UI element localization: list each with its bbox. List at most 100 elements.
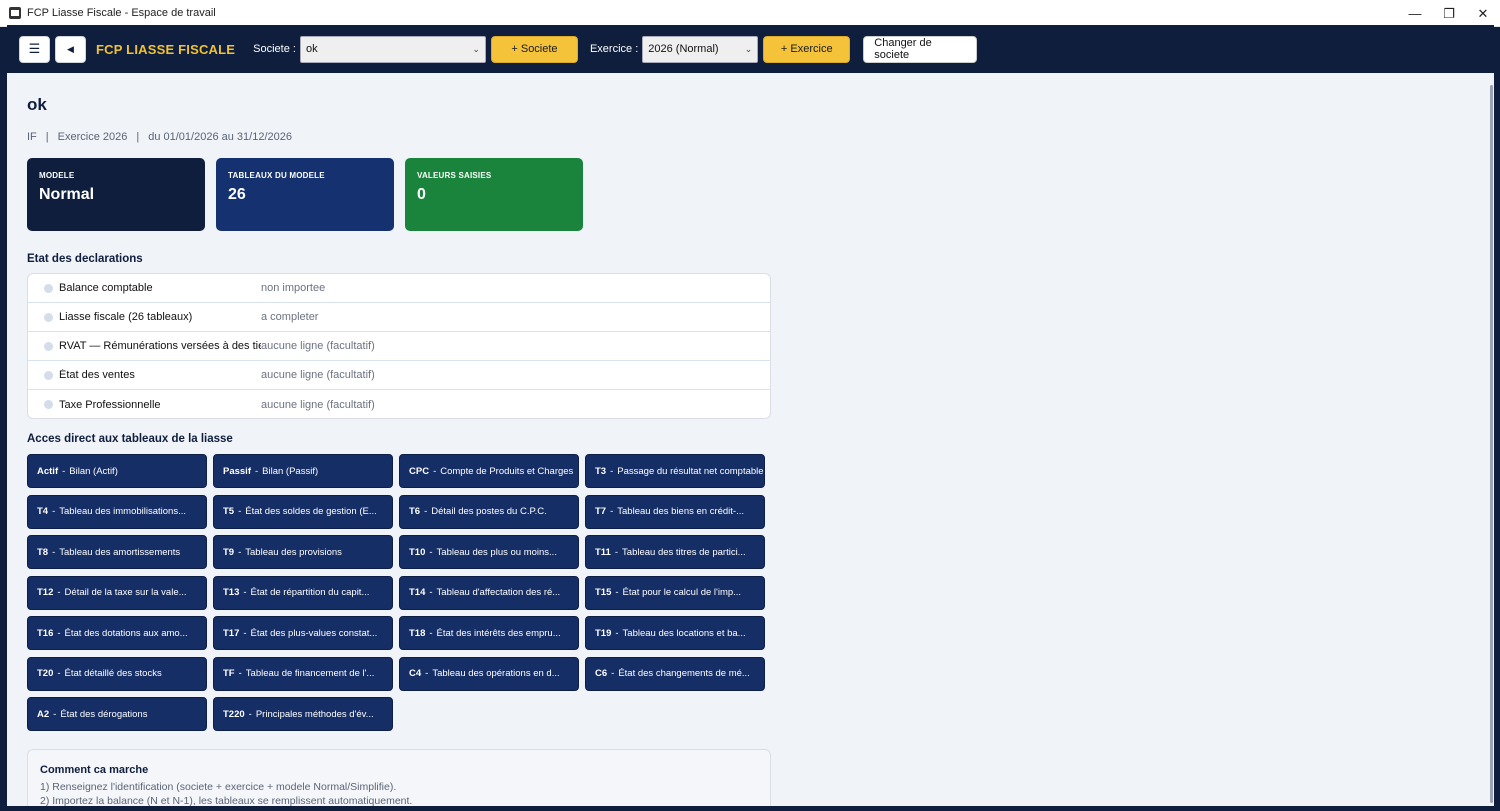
close-icon[interactable]: ✕ — [1466, 0, 1500, 27]
window-title: FCP Liasse Fiscale - Espace de travail — [27, 7, 216, 19]
table-label: État des changements de mé... — [618, 668, 750, 679]
separator: - — [614, 546, 619, 558]
table-button-actif[interactable]: Actif - Bilan (Actif) — [27, 454, 207, 488]
table-code: C6 — [595, 668, 608, 679]
separator: - — [429, 546, 433, 558]
window-titlebar: FCP Liasse Fiscale - Espace de travail —… — [0, 0, 1500, 27]
separator: - — [429, 587, 433, 598]
table-button-t15[interactable]: T15 - État pour le calcul de l'imp... — [585, 575, 765, 610]
table-button-t4[interactable]: T4 - Tableau des immobilisations... — [27, 494, 207, 529]
table-code: CPC — [409, 465, 430, 477]
table-label: État détaillé des stocks — [64, 668, 162, 679]
table-label: Tableau des amortissements — [59, 546, 181, 558]
separator: - — [424, 506, 428, 517]
menu-button[interactable]: ☰ — [19, 35, 50, 63]
table-button-t20[interactable]: T20 - État détaillé des stocks — [27, 656, 207, 691]
change-societe-button[interactable]: Changer de societe — [863, 35, 978, 63]
declaration-status: aucune ligne (facultatif) — [261, 369, 375, 381]
table-button-t12[interactable]: T12 - Détail de la taxe sur la vale... — [27, 575, 207, 610]
window-controls: — ❐ ✕ — [1397, 0, 1500, 27]
exercice-select[interactable]: 2026 (Normal) ⌄ — [642, 35, 759, 63]
table-button-t19[interactable]: T19 - Tableau des locations et ba... — [585, 616, 765, 650]
brand-title: FCP LIASSE FISCALE — [96, 41, 236, 57]
kpi-label: TABLEAUX DU MODELE — [228, 171, 325, 180]
add-exercice-button[interactable]: + Exercice — [763, 35, 851, 63]
table-code: T7 — [595, 506, 607, 517]
table-code: T5 — [223, 506, 235, 517]
table-button-t10[interactable]: T10 - Tableau des plus ou moins... — [399, 535, 579, 569]
kpi-value: Normal — [39, 186, 95, 203]
table-label: Tableau des locations et ba... — [622, 627, 746, 639]
restore-icon[interactable]: ❐ — [1432, 0, 1466, 27]
table-button-t5[interactable]: T5 - État des soldes de gestion (E... — [213, 494, 393, 529]
table-label: État pour le calcul de l'imp... — [622, 587, 742, 598]
table-button-t6[interactable]: T6 - Détail des postes du C.P.C. — [399, 494, 579, 529]
chevron-down-icon: ⌄ — [744, 43, 753, 54]
declaration-name: RVAT — Rémunérations versées à des tiers — [59, 340, 261, 352]
table-button-t14[interactable]: T14 - Tableau d'affectation des ré... — [399, 575, 579, 610]
separator: - — [238, 668, 242, 679]
separator: - — [62, 465, 66, 477]
table-button-c6[interactable]: C6 - État des changements de mé... — [585, 656, 765, 691]
back-button[interactable]: ◀ — [55, 35, 86, 63]
declaration-row[interactable]: État des ventes aucune ligne (facultatif… — [28, 361, 770, 390]
main-content: ok IF | Exercice 2026 | du 01/01/2026 au… — [7, 73, 1494, 806]
exercise-period: du 01/01/2026 au 31/12/2026 — [148, 131, 292, 143]
table-label: État des intérêts des empru... — [436, 627, 561, 639]
table-code: T8 — [37, 546, 49, 558]
separator: - — [610, 506, 614, 517]
separator: - — [255, 465, 259, 477]
table-code: T220 — [223, 708, 245, 720]
table-label: Compte de Produits et Charges — [440, 465, 574, 477]
separator: - — [53, 708, 57, 720]
exercise-subtitle: IF | Exercice 2026 | du 01/01/2026 au 31… — [27, 131, 292, 143]
add-societe-button[interactable]: + Societe — [490, 35, 578, 63]
declaration-row[interactable]: Balance comptable non importee — [28, 274, 770, 303]
exercise-year: Exercice 2026 — [57, 131, 128, 143]
hamburger-icon: ☰ — [28, 41, 41, 56]
table-button-passif[interactable]: Passif - Bilan (Passif) — [213, 454, 393, 488]
table-code: TF — [223, 668, 235, 679]
table-button-a2[interactable]: A2 - État des dérogations — [27, 697, 207, 731]
separator: | — [45, 131, 49, 143]
table-code: T18 — [409, 627, 426, 639]
table-button-cpc[interactable]: CPC - Compte de Produits et Charges — [399, 454, 579, 488]
declarations-title: Etat des declarations — [27, 253, 143, 265]
societe-select[interactable]: ok ⌄ — [299, 35, 486, 63]
table-code: T11 — [595, 546, 611, 558]
table-button-tf[interactable]: TF - Tableau de financement de l'... — [213, 656, 393, 691]
help-line: 2) Importez la balance (N et N-1), les t… — [40, 795, 413, 806]
table-button-t8[interactable]: T8 - Tableau des amortissements — [27, 535, 207, 569]
declaration-row[interactable]: Liasse fiscale (26 tableaux) a completer — [28, 303, 770, 332]
declaration-row[interactable]: RVAT — Rémunérations versées à des tiers… — [28, 332, 770, 361]
tables-title: Acces direct aux tableaux de la liasse — [27, 433, 233, 445]
table-button-t17[interactable]: T17 - État des plus-values constat... — [213, 616, 393, 650]
separator: - — [57, 627, 61, 639]
declaration-name: Taxe Professionnelle — [59, 398, 161, 411]
kpi-label: MODELE — [39, 171, 75, 180]
table-button-t13[interactable]: T13 - État de répartition du capit... — [213, 575, 393, 610]
table-code: T19 — [595, 627, 612, 639]
table-button-t3[interactable]: T3 - Passage du résultat net comptable — [585, 454, 765, 488]
table-label: État des soldes de gestion (E... — [245, 506, 377, 517]
kpi-card-tableaux: TABLEAUX DU MODELE 26 — [216, 158, 394, 231]
table-label: Bilan (Passif) — [262, 465, 319, 477]
declaration-row[interactable]: Taxe Professionnelle aucune ligne (facul… — [28, 390, 770, 418]
table-button-t7[interactable]: T7 - Tableau des biens en crédit-... — [585, 494, 765, 529]
table-label: Tableau d'affectation des ré... — [436, 587, 561, 598]
minimize-icon[interactable]: — — [1398, 0, 1432, 27]
table-button-t220[interactable]: T220 - Principales méthodes d'év... — [213, 697, 393, 731]
table-button-c4[interactable]: C4 - Tableau des opérations en d... — [399, 656, 579, 691]
table-button-t11[interactable]: T11 - Tableau des titres de partici... — [585, 535, 765, 569]
declaration-name: Liasse fiscale (26 tableaux) — [59, 311, 193, 323]
back-arrow-icon: ◀ — [67, 43, 74, 54]
table-button-t9[interactable]: T9 - Tableau des provisions — [213, 535, 393, 569]
page-title: ok — [27, 95, 47, 114]
table-code: T14 — [409, 587, 426, 598]
table-label: Passage du résultat net comptable — [617, 465, 764, 477]
table-button-t18[interactable]: T18 - État des intérêts des empru... — [399, 616, 579, 650]
vertical-scrollbar[interactable] — [1490, 85, 1493, 803]
status-dot-icon — [44, 341, 53, 351]
declaration-name: État des ventes — [59, 369, 135, 381]
table-button-t16[interactable]: T16 - État des dotations aux amo... — [27, 616, 207, 650]
